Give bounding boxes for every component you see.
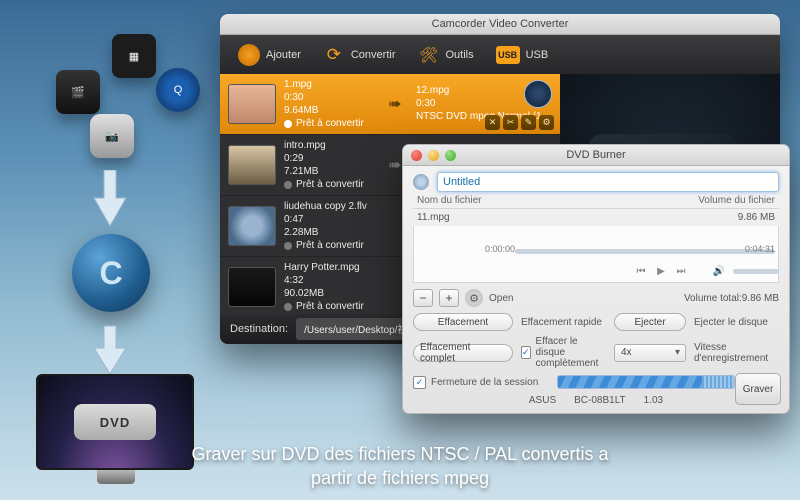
eject-label: Ejecter le disque xyxy=(694,317,779,328)
tools-button[interactable]: 🛠 Outils xyxy=(407,40,483,70)
vol-total-label: Volume total: xyxy=(684,293,742,304)
remove-item-button[interactable]: − xyxy=(413,289,433,307)
file-duration: 0:47 xyxy=(284,214,374,226)
caption-line2: partir de fichiers mpeg xyxy=(0,466,800,490)
row-volume: 9.86 MB xyxy=(738,212,775,223)
full-erase-label: Effacer le disque complètement xyxy=(536,336,606,369)
burner-list-row[interactable]: 11.mpg 9.86 MB xyxy=(413,208,779,226)
file-duration: 0:30 xyxy=(284,92,374,104)
erase-mode-label: Effacement rapide xyxy=(521,317,606,328)
caption-line1: Graver sur DVD des fichiers NTSC / PAL c… xyxy=(0,442,800,466)
volume-icon[interactable]: 🔊 xyxy=(713,265,725,277)
burn-button[interactable]: Graver xyxy=(735,373,781,405)
arrow-down-icon xyxy=(88,322,132,370)
dvd-label: DVD xyxy=(74,404,156,440)
destination-label: Destination: xyxy=(230,323,288,335)
status-text: Prêt à convertir xyxy=(296,301,364,313)
tools-label: Outils xyxy=(445,49,473,61)
speed-value: 4x xyxy=(621,347,632,358)
status-dot-icon xyxy=(284,181,292,189)
playback-time-end: 0:04:31 xyxy=(745,244,775,254)
toolbar: Ajouter ⟳ Convertir 🛠 Outils USB USB xyxy=(220,35,780,76)
drive-vendor: ASUS xyxy=(529,395,556,406)
vol-total-value: 9.86 MB xyxy=(742,293,779,304)
col-filename: Nom du fichier xyxy=(417,195,481,206)
full-erase-button[interactable]: Effacement complet xyxy=(413,344,513,362)
col-volume: Volume du fichier xyxy=(698,195,775,206)
row-settings-button[interactable]: ⚙ xyxy=(539,115,554,130)
file-size: 7.21MB xyxy=(284,166,374,178)
file-size: 2.28MB xyxy=(284,227,374,239)
row-trim-button[interactable]: ✂ xyxy=(503,115,518,130)
close-session-checkbox[interactable]: ✓Fermeture de la session xyxy=(413,376,549,389)
add-button[interactable]: Ajouter xyxy=(228,40,311,70)
dvd-burner-window: DVD Burner Nom du fichier Volume du fich… xyxy=(402,144,790,414)
file-name: Harry Potter.mpg xyxy=(284,262,374,274)
row-edit-button[interactable]: ✎ xyxy=(521,115,536,130)
file-duration: 4:32 xyxy=(284,275,374,287)
erase-button[interactable]: Effacement xyxy=(413,313,513,331)
tools-icon: 🛠 xyxy=(417,44,439,66)
file-name: intro.mpg xyxy=(284,140,374,152)
usb-label: USB xyxy=(526,49,549,61)
settings-gear-button[interactable]: ⚙ xyxy=(465,289,483,307)
media-player-icon: ▦ xyxy=(112,34,156,78)
intro-graphic: ▦ 🎬 Q 📷 C DVD xyxy=(30,20,205,460)
full-erase-checkbox[interactable]: ✓Effacer le disque complètement xyxy=(521,336,606,369)
quicktime-icon: Q xyxy=(156,68,200,112)
file-name: liudehua copy 2.flv xyxy=(284,201,374,213)
app-logo-icon: C xyxy=(72,234,150,312)
add-item-button[interactable]: + xyxy=(439,289,459,307)
thumbnail xyxy=(228,267,276,307)
arrow-down-icon xyxy=(88,170,132,226)
next-button[interactable]: ⏭ xyxy=(675,265,687,277)
list-item[interactable]: 1.mpg 0:30 9.64MB Prêt à convertir ➠ 12.… xyxy=(220,74,560,135)
disc-icon xyxy=(524,80,552,108)
prev-button[interactable]: ⏮ xyxy=(635,265,647,277)
play-button[interactable]: ▶ xyxy=(655,265,667,277)
usb-icon: USB xyxy=(496,46,520,64)
burn-progress-bar xyxy=(557,375,735,389)
convert-button[interactable]: ⟳ Convertir xyxy=(313,40,406,70)
add-label: Ajouter xyxy=(266,49,301,61)
clapperboard-icon: 🎬 xyxy=(56,70,100,114)
row-filename: 11.mpg xyxy=(417,212,450,223)
status-dot-icon xyxy=(284,242,292,250)
file-size: 90.02MB xyxy=(284,288,374,300)
status-dot-icon xyxy=(284,303,292,311)
refresh-icon: ⟳ xyxy=(323,44,345,66)
row-delete-button[interactable]: ✕ xyxy=(485,115,500,130)
speed-label: Vitesse d'enregistrement xyxy=(694,342,779,364)
file-size: 9.64MB xyxy=(284,105,374,117)
drive-model: BC-08B1LT xyxy=(574,395,626,406)
playback-time-start: 0:00:00 xyxy=(485,244,515,254)
transport-controls: ⏮ ▶ ⏭ 🔊 xyxy=(635,265,779,277)
arrow-right-icon: ➠ xyxy=(382,94,408,114)
disc-icon xyxy=(413,174,429,190)
file-name: 1.mpg xyxy=(284,79,374,91)
thumbnail xyxy=(228,84,276,124)
status-text: Prêt à convertir xyxy=(296,179,364,191)
thumbnail xyxy=(228,145,276,185)
window-title: Camcorder Video Converter xyxy=(220,14,780,35)
status-text: Prêt à convertir xyxy=(296,118,364,130)
playback-slider[interactable] xyxy=(515,249,775,254)
usb-button[interactable]: USB USB xyxy=(486,42,559,68)
close-session-label: Fermeture de la session xyxy=(431,377,549,388)
status-dot-icon xyxy=(284,120,292,128)
marketing-caption: Graver sur DVD des fichiers NTSC / PAL c… xyxy=(0,442,800,490)
drive-firmware: 1.03 xyxy=(644,395,663,406)
speed-select[interactable]: 4x xyxy=(614,344,686,362)
eject-button[interactable]: Ejecter xyxy=(614,313,686,331)
open-button[interactable]: Open xyxy=(489,293,513,304)
convert-label: Convertir xyxy=(351,49,396,61)
disc-name-input[interactable] xyxy=(437,172,779,192)
volume-slider[interactable] xyxy=(733,269,779,274)
thumbnail xyxy=(228,206,276,246)
burner-title: DVD Burner xyxy=(403,149,789,161)
file-duration: 0:29 xyxy=(284,153,374,165)
status-text: Prêt à convertir xyxy=(296,240,364,252)
film-reel-icon xyxy=(238,44,260,66)
camcorder-icon: 📷 xyxy=(90,114,134,158)
